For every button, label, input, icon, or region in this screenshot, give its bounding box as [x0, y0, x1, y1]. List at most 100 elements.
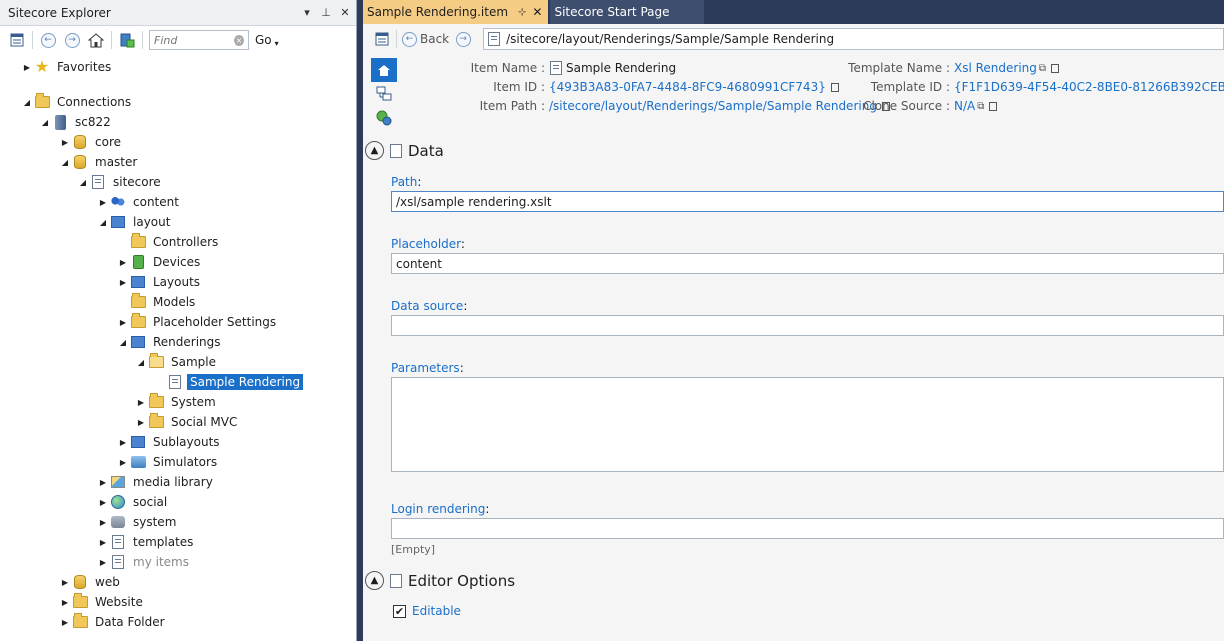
collapse-arrow-icon[interactable]: ◢ [20, 98, 34, 107]
properties-icon[interactable] [8, 31, 26, 49]
tree-item-label: layout [133, 215, 171, 229]
copy-icon[interactable] [1051, 63, 1060, 73]
tree-item-social[interactable]: ▶ social [96, 493, 170, 511]
forward-arrow-icon[interactable]: → [454, 30, 472, 48]
parameters-field-textarea[interactable] [391, 377, 1224, 472]
tree-item-system[interactable]: ▶ system [96, 513, 179, 531]
back-arrow-icon[interactable]: ← [39, 31, 57, 49]
expand-arrow-icon[interactable]: ▶ [134, 398, 148, 407]
placeholder-field-input[interactable]: content [391, 253, 1224, 274]
tree-item-models[interactable]: Models [116, 293, 198, 311]
login-rendering-empty-note: [Empty] [391, 543, 436, 556]
tree-item-website[interactable]: ▶ Website [58, 593, 146, 611]
tree-item-data-folder[interactable]: ▶ Data Folder [58, 613, 168, 631]
structure-view-button[interactable] [371, 82, 397, 106]
panel-pin-icon[interactable]: ⊥ [318, 6, 334, 19]
expand-arrow-icon[interactable]: ▶ [96, 558, 110, 567]
tree-item-core[interactable]: ▶ core [58, 133, 124, 151]
collapse-arrow-icon[interactable]: ◢ [76, 178, 90, 187]
template-name-link[interactable]: Xsl Rendering [954, 61, 1037, 75]
tab-sample-rendering-item[interactable]: Sample Rendering.item ⊹ ✕ [363, 0, 549, 24]
collapse-arrow-icon[interactable]: ◢ [58, 158, 72, 167]
connect-database-icon[interactable] [118, 31, 136, 49]
expand-arrow-icon[interactable]: ▶ [58, 578, 72, 587]
open-external-icon[interactable]: ⧉ [977, 101, 984, 112]
tree-item-my-items[interactable]: ▶ my items [96, 553, 192, 571]
collapse-arrow-icon[interactable]: ◢ [38, 118, 52, 127]
tree-item-layout[interactable]: ◢ layout [96, 213, 173, 231]
tree-item-sample-rendering[interactable]: Sample Rendering [153, 373, 304, 391]
tree-item-sublayouts[interactable]: ▶ Sublayouts [116, 433, 223, 451]
tree-item-templates[interactable]: ▶ templates [96, 533, 196, 551]
expand-arrow-icon[interactable]: ▶ [58, 138, 72, 147]
panel-dropdown-icon[interactable]: ▾ [299, 6, 315, 19]
editable-checkbox[interactable]: ✔ [393, 604, 406, 618]
expand-arrow-icon[interactable]: ▶ [116, 258, 130, 267]
find-input[interactable] [154, 33, 234, 47]
login-rendering-field-input[interactable] [391, 518, 1224, 539]
tree-item-social-mvc[interactable]: ▶ Social MVC [134, 413, 240, 431]
expand-arrow-icon[interactable]: ▶ [116, 438, 130, 447]
collapse-arrow-icon[interactable]: ◢ [116, 338, 130, 347]
tree-item-favorites[interactable]: ▶ ★ Favorites [20, 58, 114, 76]
links-view-button[interactable] [371, 106, 397, 130]
panel-close-icon[interactable]: ✕ [337, 6, 353, 19]
expand-arrow-icon[interactable]: ▶ [58, 598, 72, 607]
collapse-section-icon[interactable]: ▲ [365, 141, 384, 160]
expand-arrow-icon[interactable]: ▶ [116, 318, 130, 327]
content-icon [110, 194, 126, 210]
expand-arrow-icon[interactable]: ▶ [96, 518, 110, 527]
item-name-value: Sample Rendering [566, 61, 677, 75]
find-field[interactable]: × [149, 30, 249, 50]
expand-arrow-icon[interactable]: ▶ [96, 478, 110, 487]
tree-item-simulators[interactable]: ▶ Simulators [116, 453, 220, 471]
collapse-arrow-icon[interactable]: ◢ [96, 218, 110, 227]
open-external-icon[interactable]: ⧉ [1039, 63, 1046, 74]
close-tab-icon[interactable]: ✕ [532, 5, 542, 19]
collapse-section-icon[interactable]: ▲ [365, 571, 384, 590]
collapse-arrow-icon[interactable]: ◢ [134, 358, 148, 367]
go-button[interactable]: Go [255, 33, 272, 47]
tree-item-sample[interactable]: ◢ Sample [134, 353, 219, 371]
tree-item-content[interactable]: ▶ content [96, 193, 182, 211]
tree-item-master[interactable]: ◢ master [58, 153, 140, 171]
tree-item-connections[interactable]: ◢ Connections [20, 93, 134, 111]
expand-arrow-icon[interactable]: ▶ [116, 458, 130, 467]
expand-arrow-icon[interactable]: ▶ [116, 278, 130, 287]
tree-item-sc822[interactable]: ◢ sc822 [38, 113, 114, 131]
tree-item-layouts[interactable]: ▶ Layouts [116, 273, 203, 291]
pin-tab-icon[interactable]: ⊹ [518, 7, 526, 18]
tree-item-web[interactable]: ▶ web [58, 573, 123, 591]
expand-arrow-icon[interactable]: ▶ [96, 498, 110, 507]
tree-item-media-library[interactable]: ▶ media library [96, 473, 216, 491]
expand-arrow-icon[interactable]: ▶ [58, 618, 72, 627]
clear-search-icon[interactable]: × [234, 34, 244, 46]
tree-item-devices[interactable]: ▶ Devices [116, 253, 203, 271]
item-path-field[interactable]: /sitecore/layout/Renderings/Sample/Sampl… [483, 28, 1224, 50]
copy-icon[interactable] [989, 101, 998, 111]
go-dropdown-icon[interactable]: ▾ [275, 39, 279, 48]
template-id-link[interactable]: {F1F1D639-4F54-40C2-8BE0-81266B392CEB} [954, 80, 1224, 94]
editable-label[interactable]: Editable [412, 604, 461, 618]
tree-item-label: master [95, 155, 138, 169]
expand-arrow-icon[interactable]: ▶ [20, 63, 34, 72]
home-view-button[interactable] [371, 58, 397, 82]
item-id-link[interactable]: {493B3A83-0FA7-4484-8FC9-4680991CF743} [549, 80, 826, 94]
expand-arrow-icon[interactable]: ▶ [96, 538, 110, 547]
clone-source-link[interactable]: N/A [954, 99, 975, 113]
forward-arrow-icon[interactable]: → [63, 31, 81, 49]
tree-item-controllers[interactable]: Controllers [116, 233, 221, 251]
tree-item-renderings[interactable]: ◢ Renderings [116, 333, 224, 351]
home-icon[interactable] [87, 31, 105, 49]
data-source-field-input[interactable] [391, 315, 1224, 336]
tree-item-placeholder-settings[interactable]: ▶ Placeholder Settings [116, 313, 279, 331]
section-icon [390, 573, 402, 588]
tab-sitecore-start-page[interactable]: Sitecore Start Page [550, 0, 705, 24]
back-button[interactable]: ← Back [402, 31, 449, 47]
properties-icon[interactable] [373, 30, 391, 48]
tree-item-sitecore[interactable]: ◢ sitecore [76, 173, 164, 191]
path-field-input[interactable]: /xsl/sample rendering.xslt [391, 191, 1224, 212]
expand-arrow-icon[interactable]: ▶ [96, 198, 110, 207]
tree-item-system-folder[interactable]: ▶ System [134, 393, 219, 411]
expand-arrow-icon[interactable]: ▶ [134, 418, 148, 427]
